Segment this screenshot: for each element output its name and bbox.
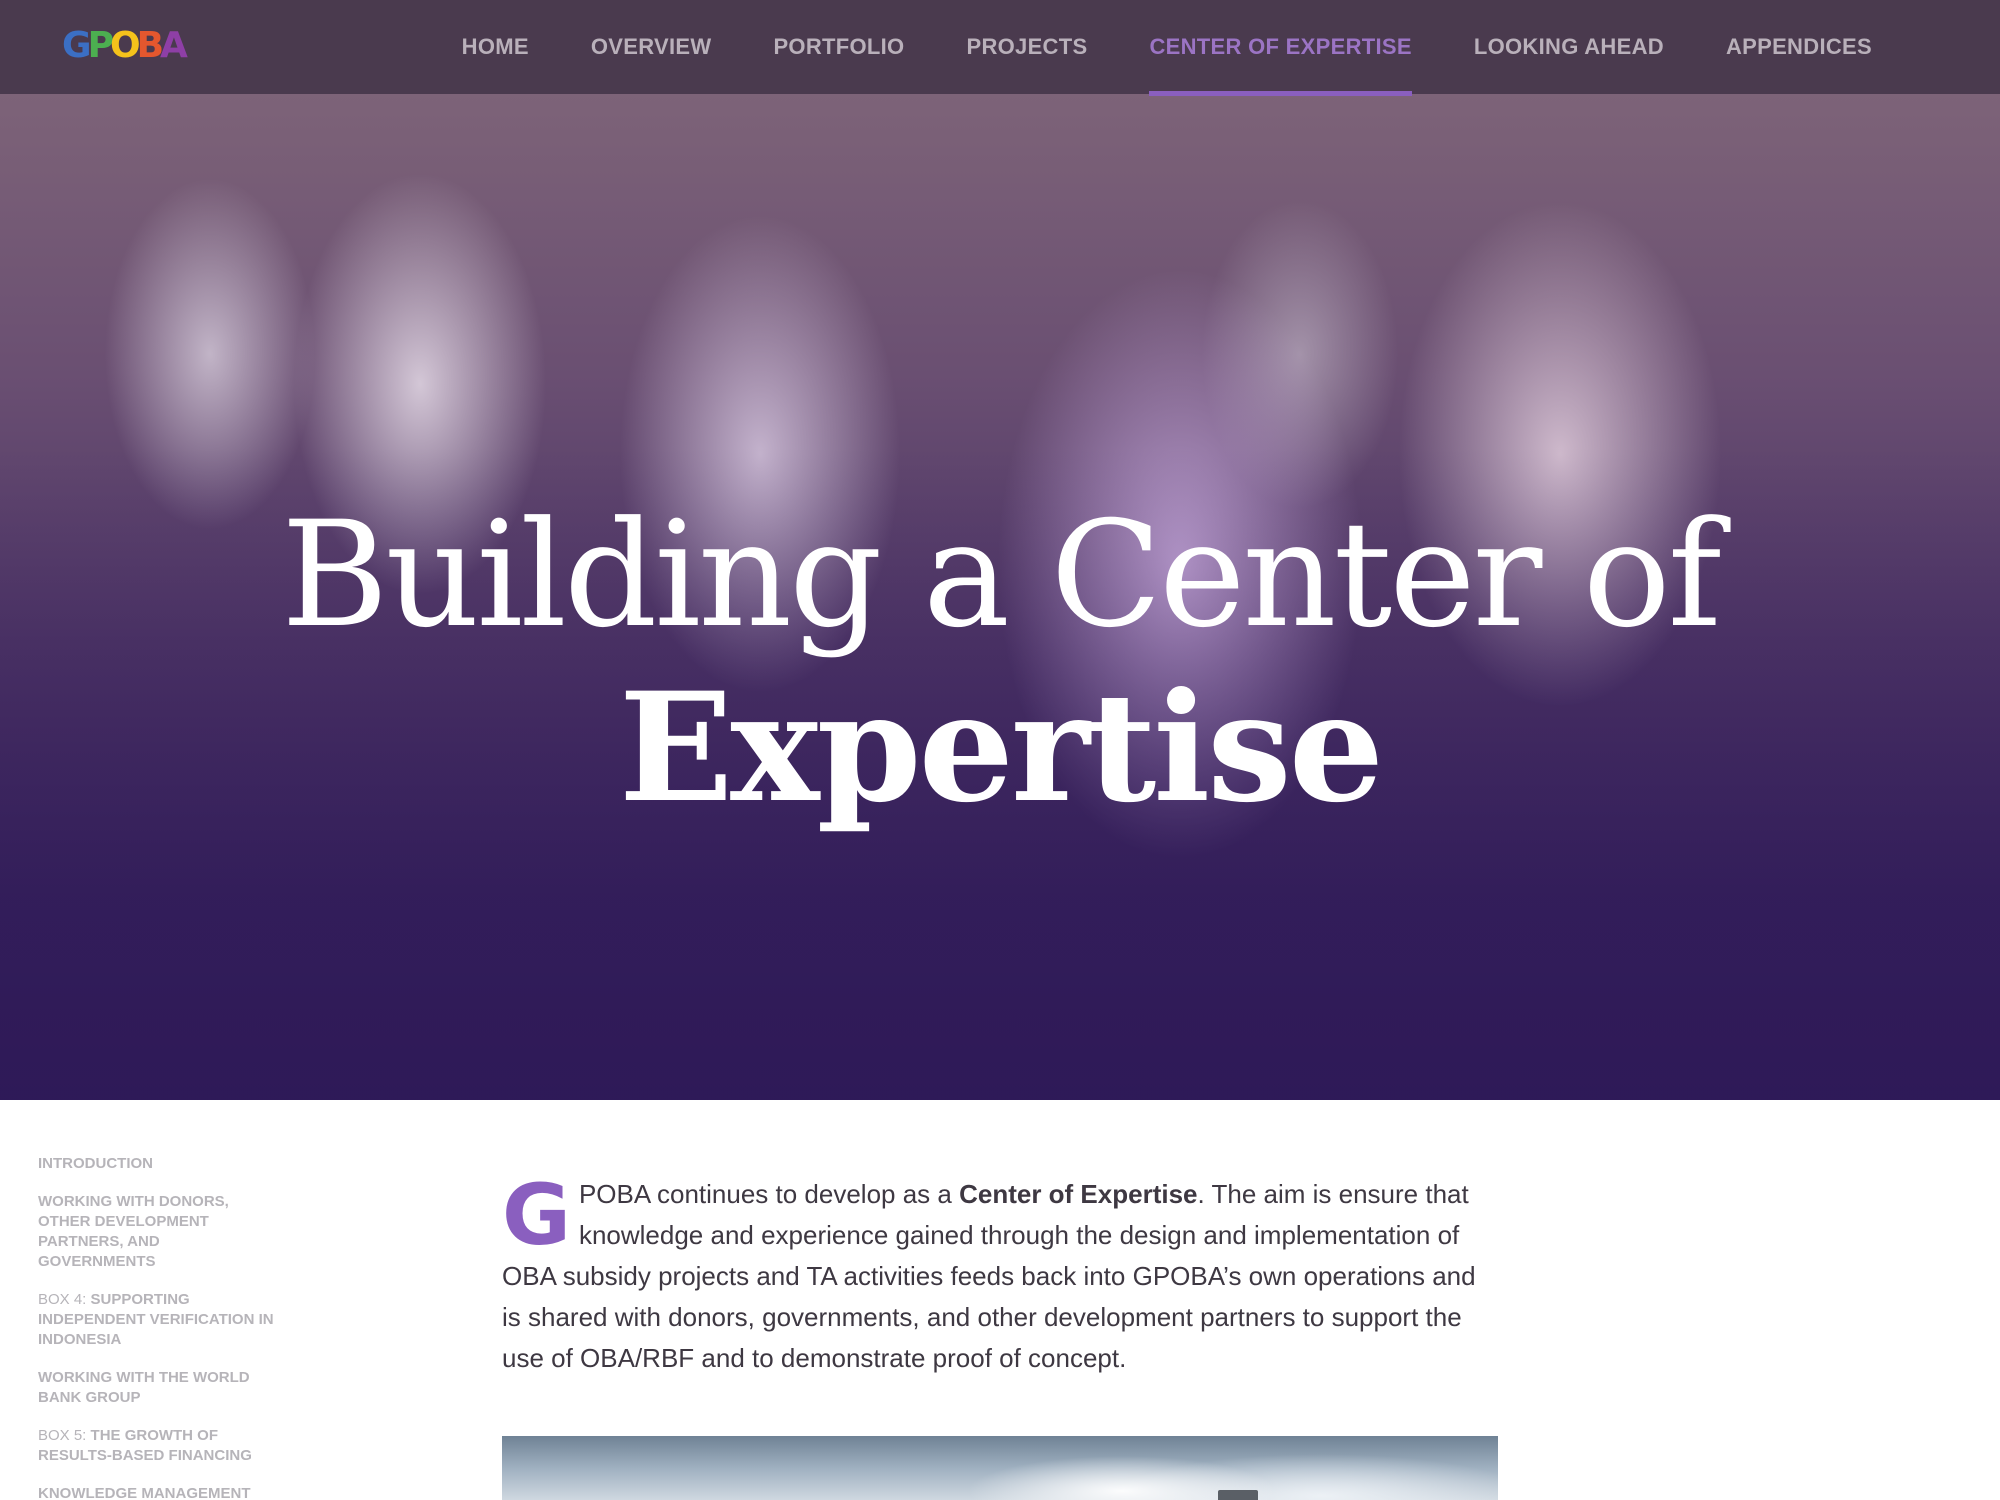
- main-content: G POBA continues to develop as a Center o…: [502, 1166, 1498, 1379]
- nav-menu: HOME OVERVIEW PORTFOLIO PROJECTS CENTER OF E…: [400, 0, 1872, 96]
- hero-banner-image: Building a Center of Expertise: [0, 94, 2000, 1100]
- sidebar-link[interactable]: KNOWLEDGE MANAGEMENT: [38, 1484, 278, 1500]
- nav-item-looking-ahead[interactable]: LOOKING AHEAD: [1474, 0, 1664, 94]
- sidebar-link-prefix: BOX 4:: [38, 1291, 91, 1308]
- logo-letter: G: [62, 25, 91, 66]
- sidebar-link-label: WORKING WITH DONORS, OTHER DEVELOPMENT P…: [38, 1193, 229, 1270]
- logo-letter: A: [160, 25, 188, 66]
- intro-paragraph: G POBA continues to develop as a Center o…: [502, 1166, 1498, 1379]
- nav-item-projects[interactable]: PROJECTS: [966, 0, 1087, 94]
- hero-title-line2: Expertise: [618, 660, 1384, 836]
- sidebar-link[interactable]: BOX 5: THE GROWTH OF RESULTS-BASED FINAN…: [38, 1426, 278, 1466]
- hero-title-line1: Building a Center of: [281, 490, 1722, 660]
- nav-item-home[interactable]: HOME: [462, 0, 529, 94]
- nav-item-appendices[interactable]: APPENDICES: [1726, 0, 1872, 94]
- sidebar-link-label: KNOWLEDGE MANAGEMENT: [38, 1485, 251, 1500]
- sidebar-link-prefix: BOX 5:: [38, 1427, 91, 1444]
- intro-text-start: POBA continues to develop as a: [578, 1179, 960, 1209]
- content-photo: [502, 1436, 1498, 1500]
- sidebar-link-label: INTRODUCTION: [38, 1155, 153, 1172]
- gpoba-logo[interactable]: GPOBA: [62, 25, 188, 66]
- sidebar-link-label: WORKING WITH THE WORLD BANK GROUP: [38, 1369, 250, 1406]
- top-navigation: GPOBA HOME OVERVIEW PORTFOLIO PROJECTS CENTE…: [0, 0, 2000, 96]
- nav-item-portfolio[interactable]: PORTFOLIO: [773, 0, 904, 94]
- nav-item-overview[interactable]: OVERVIEW: [591, 0, 712, 94]
- sidebar-link[interactable]: WORKING WITH THE WORLD BANK GROUP: [38, 1368, 278, 1408]
- logo-letter: O: [109, 25, 141, 66]
- sidebar-link[interactable]: BOX 4: SUPPORTING INDEPENDENT VERIFICATI…: [38, 1290, 278, 1350]
- logo-letter: P: [87, 25, 114, 66]
- photo-structure-shape: [1218, 1490, 1258, 1500]
- sidebar-link[interactable]: INTRODUCTION: [38, 1154, 278, 1174]
- sidebar-link[interactable]: WORKING WITH DONORS, OTHER DEVELOPMENT P…: [38, 1192, 278, 1272]
- section-sidebar-nav: INTRODUCTION WORKING WITH DONORS, OTHER D…: [38, 1154, 278, 1500]
- intro-emphasis: Center of Expertise: [959, 1179, 1198, 1209]
- drop-cap: G: [502, 1166, 571, 1264]
- logo-letter: B: [136, 25, 165, 66]
- nav-item-center-of-expertise[interactable]: CENTER OF EXPERTISE: [1149, 0, 1413, 96]
